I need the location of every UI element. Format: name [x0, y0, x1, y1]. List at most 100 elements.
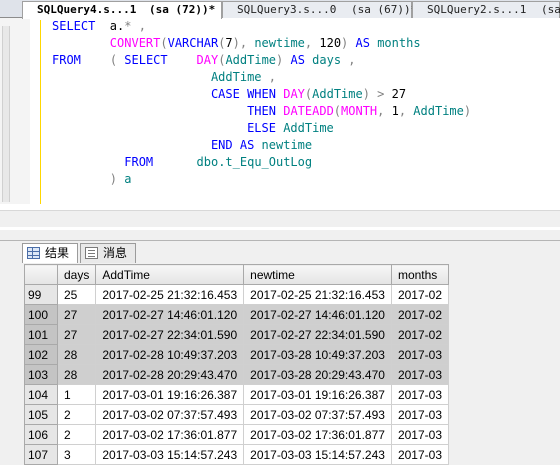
cell-months[interactable]: 2017-02: [390, 304, 450, 325]
tab-sqlquery3[interactable]: SQLQuery3.s...0 (sa (67))*: [222, 1, 417, 18]
code-token: ,: [131, 19, 146, 33]
tab-results[interactable]: 结果: [22, 243, 78, 263]
row-number[interactable]: 101: [24, 324, 58, 345]
cell-months[interactable]: 2017-02: [390, 324, 450, 345]
results-grid[interactable]: days AddTime newtime months 99 25 2017-02-…: [24, 264, 450, 465]
row-number[interactable]: 103: [24, 364, 58, 385]
tab-title: SQLQuery3.s...0: [237, 3, 337, 16]
tab-sqlquery4[interactable]: SQLQuery4.s...1 (sa (72))*: [22, 1, 222, 19]
code-token: AS: [348, 36, 370, 50]
table-row[interactable]: 105 2 2017-03-02 07:37:57.493 2017-03-02 07…: [24, 404, 450, 425]
cell-newtime[interactable]: 2017-03-02 17:36:01.877: [243, 424, 392, 445]
cell-days[interactable]: 1: [56, 384, 97, 405]
tab-title: SQLQuery4.s...1: [37, 3, 137, 16]
cell-months[interactable]: 2017-03: [390, 384, 450, 405]
row-number[interactable]: 106: [24, 424, 58, 445]
code-token: 1: [384, 104, 399, 118]
horizontal-scrollbar[interactable]: [0, 210, 560, 227]
code-token: >: [369, 87, 385, 101]
code-line[interactable]: CONVERT(VARCHAR(7), newtime, 120) AS mon…: [52, 35, 471, 52]
code-token: CASE: [210, 87, 240, 101]
cell-addtime[interactable]: 2017-02-25 21:32:16.453: [95, 284, 245, 305]
message-icon: [85, 247, 98, 259]
code-token: FROM: [52, 53, 81, 67]
code-token: (: [333, 104, 342, 118]
code-token: AddTime: [406, 104, 464, 118]
code-line[interactable]: END AS newtime: [52, 137, 471, 154]
table-row[interactable]: 102 28 2017-02-28 10:49:37.203 2017-03-28 1…: [24, 344, 450, 365]
column-header-days[interactable]: days: [56, 264, 97, 285]
cell-addtime[interactable]: 2017-02-28 20:29:43.470: [95, 364, 245, 385]
column-header-addtime[interactable]: AddTime: [95, 264, 245, 285]
table-row[interactable]: 100 27 2017-02-27 14:46:01.120 2017-02-27 1…: [24, 304, 450, 325]
cell-days[interactable]: 28: [56, 364, 97, 385]
tab-user: (sa (67))*: [350, 3, 418, 16]
change-indicator: [40, 20, 41, 204]
cell-newtime[interactable]: 2017-02-27 14:46:01.120: [243, 304, 392, 325]
query-editor[interactable]: SELECT a.* , CONVERT(VARCHAR(7), newtime…: [0, 18, 560, 230]
code-line[interactable]: CASE WHEN DAY(AddTime) > 27: [52, 86, 471, 103]
cell-days[interactable]: 2: [56, 404, 97, 425]
tab-results-label: 结果: [45, 246, 70, 260]
column-header-newtime[interactable]: newtime: [243, 264, 392, 285]
code-line[interactable]: ) a: [52, 171, 471, 188]
code-line[interactable]: FROM dbo.t_Equ_OutLog: [52, 154, 471, 171]
row-number[interactable]: 102: [24, 344, 58, 365]
cell-days[interactable]: 27: [56, 304, 97, 325]
cell-newtime[interactable]: 2017-02-25 21:32:16.453: [243, 284, 392, 305]
cell-addtime[interactable]: 2017-02-27 22:34:01.590: [95, 324, 245, 345]
code-line[interactable]: ELSE AddTime: [52, 120, 471, 137]
code-line[interactable]: THEN DATEADD(MONTH, 1, AddTime): [52, 103, 471, 120]
cell-newtime[interactable]: 2017-03-28 20:29:43.470: [243, 364, 392, 385]
table-row[interactable]: 104 1 2017-03-01 19:16:26.387 2017-03-01 19…: [24, 384, 450, 405]
row-number[interactable]: 105: [24, 404, 58, 425]
code-token: FROM: [124, 155, 154, 169]
tab-messages[interactable]: 消息: [80, 243, 136, 263]
cell-newtime[interactable]: 2017-03-28 10:49:37.203: [243, 344, 392, 365]
cell-months[interactable]: 2017-03: [390, 424, 450, 445]
code-token: ): [362, 87, 370, 101]
code-line[interactable]: SELECT a.* ,: [52, 18, 471, 35]
row-number[interactable]: 99: [24, 284, 58, 305]
code-token: months: [369, 36, 421, 50]
cell-months[interactable]: 2017-02: [390, 284, 450, 305]
cell-addtime[interactable]: 2017-03-02 07:37:57.493: [95, 404, 245, 425]
code-token: ,: [341, 53, 356, 67]
cell-days[interactable]: 25: [56, 284, 97, 305]
cell-addtime[interactable]: 2017-03-01 19:16:26.387: [95, 384, 245, 405]
cell-days[interactable]: 28: [56, 344, 97, 365]
sql-code[interactable]: SELECT a.* , CONVERT(VARCHAR(7), newtime…: [52, 18, 471, 188]
cell-addtime[interactable]: 2017-02-28 10:49:37.203: [95, 344, 245, 365]
column-header-months[interactable]: months: [390, 264, 450, 285]
cell-months[interactable]: 2017-03: [390, 344, 450, 365]
code-token: 120: [312, 36, 342, 50]
code-line[interactable]: AddTime ,: [52, 69, 471, 86]
table-row[interactable]: 103 28 2017-02-28 20:29:43.470 2017-03-28 2…: [24, 364, 450, 385]
row-number[interactable]: 104: [24, 384, 58, 405]
code-token: SELECT: [117, 53, 168, 67]
cell-newtime[interactable]: 2017-03-02 07:37:57.493: [243, 404, 392, 425]
cell-days[interactable]: 27: [56, 324, 97, 345]
cell-newtime[interactable]: 2017-02-27 22:34:01.590: [243, 324, 392, 345]
cell-addtime[interactable]: 2017-03-02 17:36:01.877: [95, 424, 245, 445]
table-row[interactable]: 99 25 2017-02-25 21:32:16.453 2017-02-25 21…: [24, 284, 450, 305]
code-token: (: [160, 36, 168, 50]
code-token: AddTime: [225, 53, 277, 67]
cell-months[interactable]: 2017-03: [390, 364, 450, 385]
cell-months[interactable]: 2017-03: [390, 404, 450, 425]
table-row[interactable]: 101 27 2017-02-27 22:34:01.590 2017-02-27 2…: [24, 324, 450, 345]
code-line[interactable]: FROM ( SELECT DAY(AddTime) AS days ,: [52, 52, 471, 69]
tab-sqlquery2[interactable]: SQLQuery2.s...1 (sa (65: [412, 1, 560, 18]
grid-corner[interactable]: [24, 264, 58, 285]
cell-addtime[interactable]: 2017-02-27 14:46:01.120: [95, 304, 245, 325]
cell-newtime[interactable]: 2017-03-01 19:16:26.387: [243, 384, 392, 405]
code-token: END: [210, 138, 233, 152]
document-tab-strip: SQLQuery4.s...1 (sa (72))* SQLQuery3.s..…: [0, 0, 560, 19]
cell-days[interactable]: 2: [56, 424, 97, 445]
table-row[interactable]: 106 2 2017-03-02 17:36:01.877 2017-03-02 17…: [24, 424, 450, 445]
row-number[interactable]: 100: [24, 304, 58, 325]
